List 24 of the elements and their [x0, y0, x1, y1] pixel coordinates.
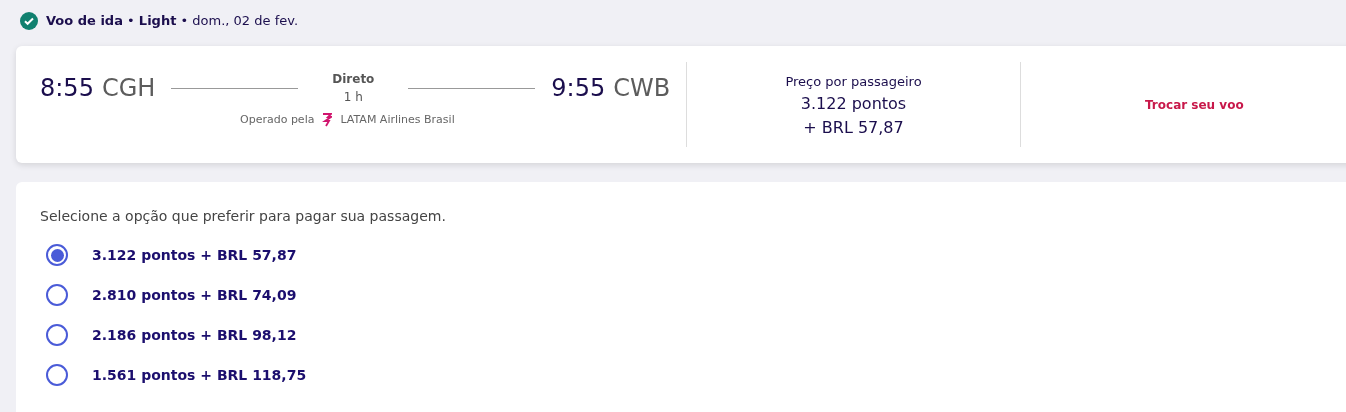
payment-option: 2.810 pontos + BRL 74,09 [92, 284, 297, 306]
stop-type: Direto [331, 71, 376, 88]
price-label: Preço por passageiro [784, 73, 923, 91]
payment-option: 3.122 pontos + BRL 57,87 [92, 244, 297, 266]
departure-time: 8:55 [40, 76, 94, 100]
header-text: Voo de ida • Light • dom., 02 de fev. [46, 12, 299, 31]
radio-button[interactable] [46, 324, 68, 346]
change-flight-link[interactable]: Trocar seu voo [1145, 95, 1244, 114]
price-cash: + BRL 57,87 [802, 116, 905, 139]
operated-label: Operado pela [240, 112, 315, 128]
payment-option: 1.561 pontos + BRL 118,75 [92, 364, 307, 386]
airline-logo-icon [322, 113, 333, 128]
price-points: 3.122 pontos [799, 92, 908, 115]
payment-prompt: Selecione a opção que preferir para pagar sua passagem. [40, 207, 447, 226]
flight-duration: 1 h [342, 89, 364, 106]
departure-airport: CGH [101, 76, 156, 100]
payment-option: 2.186 pontos + BRL 98,12 [92, 324, 297, 346]
check-icon [20, 12, 38, 30]
radio-button[interactable] [46, 284, 68, 306]
airline-name: LATAM Airlines Brasil [340, 112, 455, 128]
arrival-airport: CWB [613, 76, 671, 100]
radio-button[interactable] [46, 244, 68, 266]
arrival-time: 9:55 [551, 76, 606, 100]
radio-button[interactable] [46, 364, 68, 386]
